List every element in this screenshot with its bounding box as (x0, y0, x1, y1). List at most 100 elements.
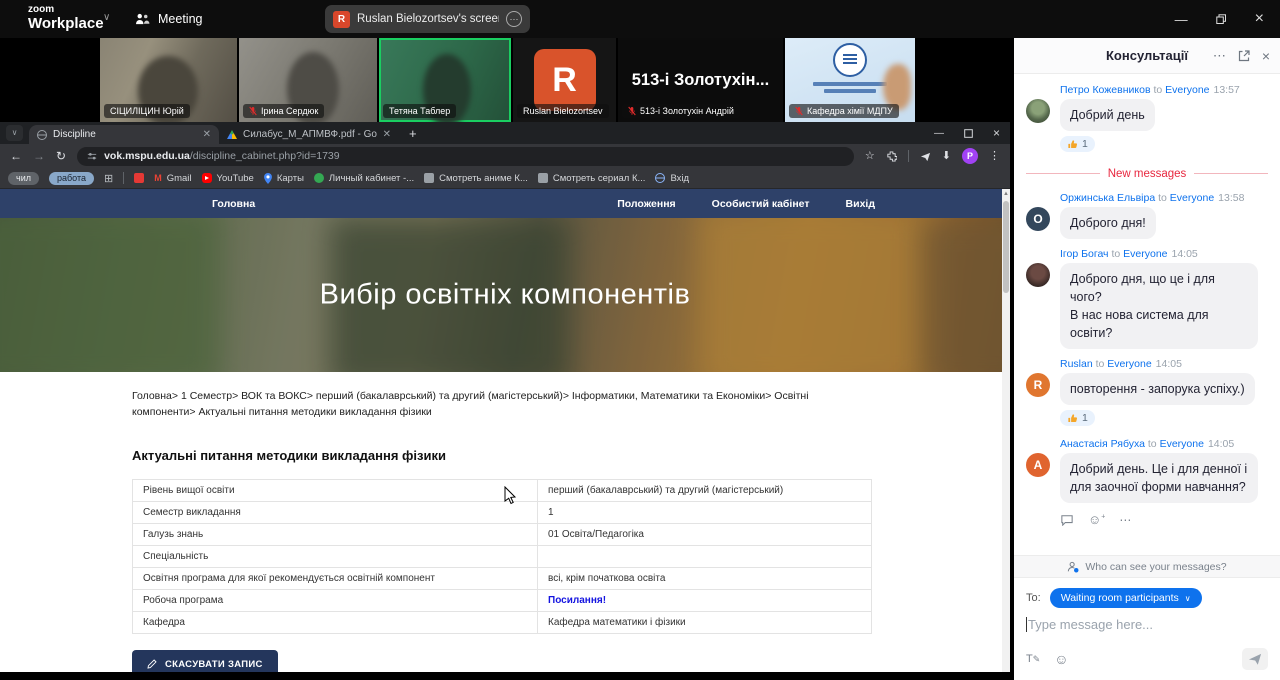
row-label: Спеціальність (133, 545, 538, 567)
more-actions-icon[interactable]: ⋯ (1119, 513, 1131, 527)
video-tile-active-speaker[interactable]: Тетяна Таблер (379, 38, 511, 122)
chat-more-icon[interactable]: ⋯ (1213, 48, 1226, 64)
recipient-name[interactable]: Everyone (1107, 358, 1151, 370)
nav-polozhennia-link[interactable]: Положення (617, 198, 675, 210)
sender-name[interactable]: Ігор Богач (1060, 248, 1109, 260)
site-info-icon[interactable] (87, 151, 97, 161)
recipient-name[interactable]: Everyone (1160, 438, 1204, 450)
video-tile[interactable]: R Ruslan Bielozortsev (513, 38, 616, 122)
work-program-link[interactable]: Посилання! (548, 595, 606, 606)
tab-title: Силабус_М_АПМВФ.pdf - Goo (243, 129, 377, 140)
video-tile[interactable]: 513-і Золотухін... 513-і Золотухін Андрі… (618, 38, 783, 122)
bookmark-vhid[interactable]: Вхід (655, 173, 689, 184)
scrollbar-thumb[interactable] (1003, 201, 1009, 293)
share-tab-label: Ruslan Bielozortsev's screen (357, 13, 499, 25)
browser-close-button[interactable]: × (993, 126, 1000, 140)
table-row: Робоча програма Посилання! (133, 589, 872, 611)
row-label: Робоча програма (133, 589, 538, 611)
sender-name[interactable]: Анастасія Рябуха (1060, 438, 1145, 450)
message-bubble: Добрий день. Це і для денної і для заочн… (1060, 453, 1258, 503)
browser-menu-icon[interactable]: ⋮ (989, 151, 1000, 162)
chat-close-icon[interactable]: × (1262, 48, 1270, 64)
video-tile[interactable]: Ірина Сердюк (239, 38, 377, 122)
bookmark-maps[interactable]: Карты (264, 173, 304, 184)
recipient-name[interactable]: Everyone (1170, 192, 1214, 204)
forward-icon[interactable]: → (33, 150, 45, 162)
add-reaction-icon[interactable]: ☺+ (1088, 512, 1105, 527)
cancel-enrollment-button[interactable]: СКАСУВАТИ ЗАПИС (132, 650, 278, 673)
chat-message: О Оржинська Ельвіра to Everyone13:58 Доб… (1026, 192, 1268, 239)
thumbs-up-reaction[interactable]: 1 (1060, 136, 1095, 152)
browser-tab-discipline[interactable]: Discipline ✕ (29, 125, 219, 144)
reload-icon[interactable]: ↻ (56, 150, 66, 162)
visibility-note[interactable]: Who can see your messages? (1014, 555, 1280, 578)
bookmark-youtube[interactable]: YouTube (202, 173, 254, 184)
mic-muted-icon (628, 106, 636, 116)
bookmark-favicon-red[interactable] (134, 173, 144, 183)
address-bar[interactable]: vok.mspu.edu.ua/discipline_cabinet.php?i… (77, 147, 854, 166)
bookmark-gmail[interactable]: MGmail (154, 173, 191, 184)
breadcrumb: Головна> 1 Семестр> ВОК та ВОКС> перший … (132, 389, 848, 421)
send-button[interactable] (1242, 648, 1268, 670)
reply-icon[interactable] (1060, 514, 1074, 526)
table-row: Семестр викладання 1 (133, 501, 872, 523)
tab-meeting[interactable]: Meeting (135, 0, 202, 38)
video-tile[interactable]: СІЦИЛІЦИН Юрій (100, 38, 237, 122)
nav-home-link[interactable]: Головна (212, 198, 255, 210)
thumbs-up-reaction[interactable]: 1 (1060, 410, 1095, 426)
row-value: всі, крім початкова освіта (538, 567, 872, 589)
page-content: Головна> 1 Семестр> ВОК та ВОКС> перший … (0, 372, 1010, 672)
emoji-icon[interactable]: ☺ (1054, 652, 1068, 666)
chevron-down-icon[interactable]: ∨ (103, 12, 110, 23)
browser-restore-button[interactable] (964, 129, 973, 138)
bookmark-serial[interactable]: Смотреть сериал К... (538, 173, 646, 184)
format-text-icon[interactable]: T✎ (1026, 653, 1040, 665)
sender-name[interactable]: Оржинська Ельвіра (1060, 192, 1155, 204)
nav-logout-link[interactable]: Вихід (846, 198, 875, 210)
tab-close-icon[interactable]: ✕ (203, 129, 211, 140)
tab-group-chip[interactable]: чил (8, 172, 39, 185)
restore-button[interactable] (1216, 14, 1227, 25)
popout-icon[interactable] (1238, 50, 1250, 62)
back-icon[interactable]: ← (10, 150, 22, 162)
bookmark-anime[interactable]: Смотреть аниме К... (424, 173, 528, 184)
share-tab-more-icon[interactable]: ⋯ (506, 11, 522, 27)
profile-avatar[interactable]: P (962, 148, 978, 164)
tab-group-chip[interactable]: работа (49, 172, 94, 185)
chrome-browser-window: ∨ Discipline ✕ Силабус_М_АПМВФ.pdf - Goo… (0, 122, 1010, 672)
translate-icon[interactable] (920, 151, 931, 162)
close-button[interactable]: × (1255, 11, 1264, 27)
row-value (538, 545, 872, 567)
recipient-selector[interactable]: Waiting room participants ∨ (1050, 588, 1202, 608)
table-row: Спеціальність (133, 545, 872, 567)
video-tile[interactable]: Кафедра хімії МДПУ (785, 38, 915, 122)
new-tab-button[interactable]: + (409, 126, 417, 141)
message-input[interactable]: Type message here... (1014, 613, 1280, 632)
sender-name[interactable]: Петро Кожевников (1060, 84, 1151, 96)
message-bubble: повторення - запорука успіху.) (1060, 373, 1255, 405)
site-icon (538, 173, 548, 183)
sender-name[interactable]: Ruslan (1060, 358, 1093, 370)
recipient-name[interactable]: Everyone (1123, 248, 1167, 260)
page-scrollbar[interactable]: ▲ (1002, 189, 1010, 672)
people-privacy-icon (1067, 561, 1079, 573)
downloads-icon[interactable]: ⬇ (942, 151, 951, 162)
hero-title: Вибір освітніх компонентів (0, 279, 1010, 312)
minimize-button[interactable]: — (1175, 13, 1188, 26)
bookmark-cabinet[interactable]: Личный кабинет -... (314, 173, 414, 184)
apps-grid-icon[interactable]: ⊞ (104, 172, 113, 185)
extensions-icon[interactable] (886, 151, 897, 162)
bookmark-star-icon[interactable]: ☆ (865, 151, 875, 162)
browser-minimize-button[interactable]: — (934, 128, 944, 139)
tab-search-icon[interactable]: ∨ (6, 125, 23, 141)
recipient-name[interactable]: Everyone (1165, 84, 1209, 96)
scroll-up-icon[interactable]: ▲ (1002, 189, 1010, 199)
table-row: Галузь знань 01 Освіта/Педагогіка (133, 523, 872, 545)
new-messages-divider: New messages (1026, 168, 1268, 180)
tab-shared-screen[interactable]: R Ruslan Bielozortsev's screen ⋯ (325, 5, 530, 33)
mic-muted-icon (795, 106, 803, 116)
browser-tab-pdf[interactable]: Силабус_М_АПМВФ.pdf - Goo ✕ (219, 125, 399, 144)
tab-close-icon[interactable]: ✕ (383, 129, 391, 140)
nav-cabinet-link[interactable]: Особистий кабінет (712, 198, 810, 210)
chevron-down-icon: ∨ (1185, 594, 1191, 603)
